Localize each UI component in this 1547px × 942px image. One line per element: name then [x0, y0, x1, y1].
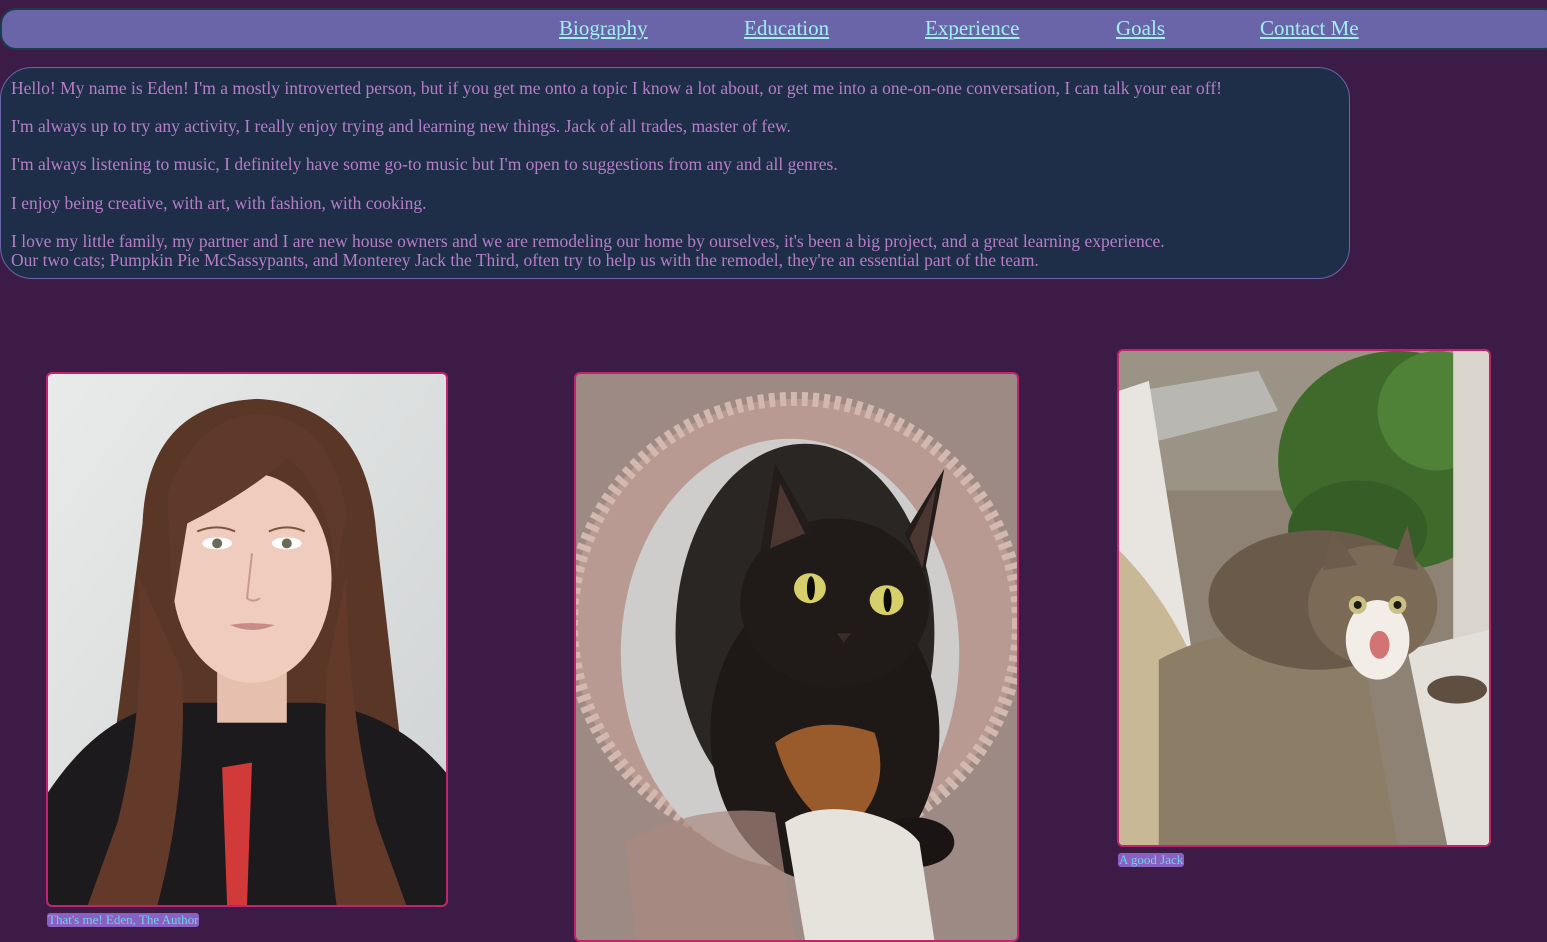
bio-paragraph-family: I love my little family, my partner and …	[11, 231, 1165, 251]
biography-box: Hello! My name is Eden! I'm a mostly int…	[0, 67, 1350, 279]
nav-link-experience[interactable]: Experience	[925, 16, 1019, 41]
cat-jack-photo-caption: A good Jack	[1118, 852, 1185, 867]
cat-jack-photo	[1117, 349, 1491, 847]
author-photo	[46, 372, 448, 907]
bio-paragraph-activities: I'm always up to try any activity, I rea…	[11, 116, 791, 136]
nav-link-contact-me[interactable]: Contact Me	[1260, 16, 1359, 41]
nav-link-education[interactable]: Education	[744, 16, 829, 41]
top-nav: Biography Education Experience Goals Con…	[0, 8, 1547, 50]
cat-tree-tortoiseshell-image	[576, 374, 1017, 940]
cat-window-tabby-image	[1119, 351, 1489, 845]
author-photo-caption: That's me! Eden, The Author	[47, 912, 200, 927]
nav-link-biography[interactable]: Biography	[559, 16, 648, 41]
bio-paragraph-cats: Our two cats; Pumpkin Pie McSassypants, …	[11, 250, 1039, 270]
cat-pumpkin-photo	[574, 372, 1019, 942]
author-portrait-image	[48, 374, 446, 905]
bio-paragraph-creative: I enjoy being creative, with art, with f…	[11, 193, 427, 213]
bio-paragraph-music: I'm always listening to music, I definit…	[11, 154, 838, 174]
nav-link-goals[interactable]: Goals	[1116, 16, 1165, 41]
bio-paragraph-intro: Hello! My name is Eden! I'm a mostly int…	[11, 78, 1222, 98]
